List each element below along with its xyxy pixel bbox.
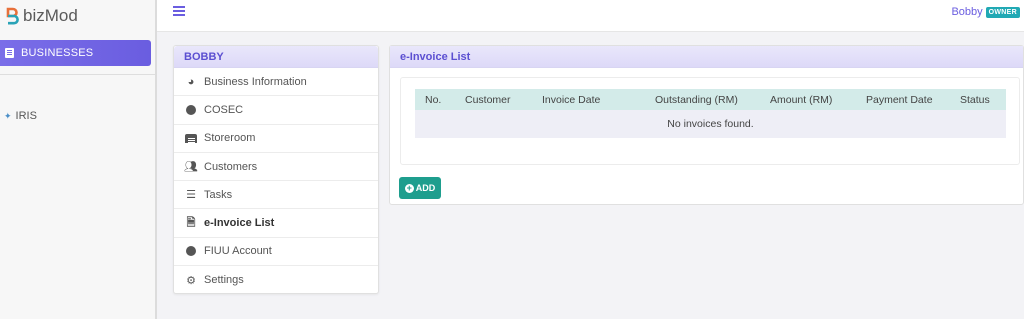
menu-item-label: COSEC — [204, 103, 244, 116]
invoice-panel: e-Invoice List No. Customer Invoice Date… — [389, 45, 1024, 205]
menu-item-label: Settings — [204, 274, 244, 287]
building-icon — [5, 48, 14, 58]
column-header-invoice-date[interactable]: Invoice Date — [542, 89, 655, 110]
column-header-status[interactable]: Status — [960, 89, 1006, 110]
column-header-amount[interactable]: Amount (RM) — [770, 89, 866, 110]
user-name[interactable]: Bobby — [951, 6, 982, 18]
sidebar: bizMod BUSINESSES ✦ IRIS — [0, 0, 157, 319]
bizmod-logo-icon — [6, 7, 19, 25]
tasks-icon: ☰ — [186, 189, 196, 202]
invoice-table: No. Customer Invoice Date Outstanding (R… — [415, 89, 1006, 138]
brand[interactable]: bizMod — [0, 0, 155, 32]
menu-item-e-invoice-list[interactable]: 🗎︎ e-Invoice List — [174, 209, 378, 238]
menu-item-label: Tasks — [204, 188, 233, 201]
gear-icon: ⚙ — [186, 274, 196, 287]
menu-item-label: Customers — [204, 160, 258, 173]
dashboard-icon: ◕ — [187, 75, 195, 88]
add-button-label: ADD — [415, 183, 436, 193]
plus-circle-icon: + — [404, 182, 414, 193]
user-menu[interactable]: Bobby OWNER — [951, 6, 1020, 18]
users-icon: 👥︎ — [184, 161, 198, 174]
invoice-table-container: No. Customer Invoice Date Outstanding (R… — [400, 77, 1020, 165]
column-header-outstanding[interactable]: Outstanding (RM) — [655, 89, 770, 110]
menu-item-tasks[interactable]: ☰ Tasks — [174, 181, 378, 210]
invoice-panel-title: e-Invoice List — [390, 46, 1023, 68]
sidebar-item-businesses[interactable]: BUSINESSES — [0, 40, 151, 66]
menu-item-storeroom[interactable]: Storeroom — [174, 125, 378, 153]
table-row: No invoices found. — [415, 110, 1006, 138]
sidebar-item-label: IRIS — [15, 110, 37, 122]
menu-item-label: Business Information — [204, 75, 307, 88]
brand-name: bizMod — [23, 6, 78, 25]
file-invoice-icon: 🗎︎ — [186, 216, 196, 229]
menu-item-label: FIUU Account — [204, 245, 272, 258]
menu-item-business-information[interactable]: ◕ Business Information — [174, 68, 378, 97]
menu-item-label: Storeroom — [204, 132, 256, 145]
column-header-no[interactable]: No. — [415, 89, 465, 110]
sidebar-item-iris[interactable]: ✦ IRIS — [4, 110, 37, 122]
column-header-customer[interactable]: Customer — [465, 89, 542, 110]
topbar: Bobby OWNER — [157, 0, 1024, 32]
menu-item-customers[interactable]: 👥︎ Customers — [174, 153, 378, 182]
role-badge: OWNER — [985, 6, 1020, 18]
iris-icon: ✦ — [4, 110, 12, 121]
menu-toggle-icon[interactable] — [173, 6, 185, 16]
empty-message: No invoices found. — [415, 110, 1006, 138]
user-circle-icon — [185, 246, 197, 257]
sidebar-item-label: BUSINESSES — [21, 47, 94, 59]
menu-item-cosec[interactable]: COSEC — [174, 96, 378, 125]
add-invoice-button[interactable]: + ADD — [399, 177, 441, 199]
column-header-payment-date[interactable]: Payment Date — [866, 89, 960, 110]
table-header-row: No. Customer Invoice Date Outstanding (R… — [415, 89, 1006, 110]
user-circle-icon — [185, 104, 197, 115]
warehouse-icon — [185, 133, 197, 143]
business-menu-title: BOBBY — [174, 46, 378, 68]
sidebar-divider — [0, 74, 155, 75]
menu-item-fiuu-account[interactable]: FIUU Account — [174, 238, 378, 267]
menu-item-settings[interactable]: ⚙ Settings — [174, 266, 378, 294]
business-menu: BOBBY ◕ Business Information COSEC Store… — [173, 45, 379, 294]
menu-item-label: e-Invoice List — [204, 217, 275, 230]
